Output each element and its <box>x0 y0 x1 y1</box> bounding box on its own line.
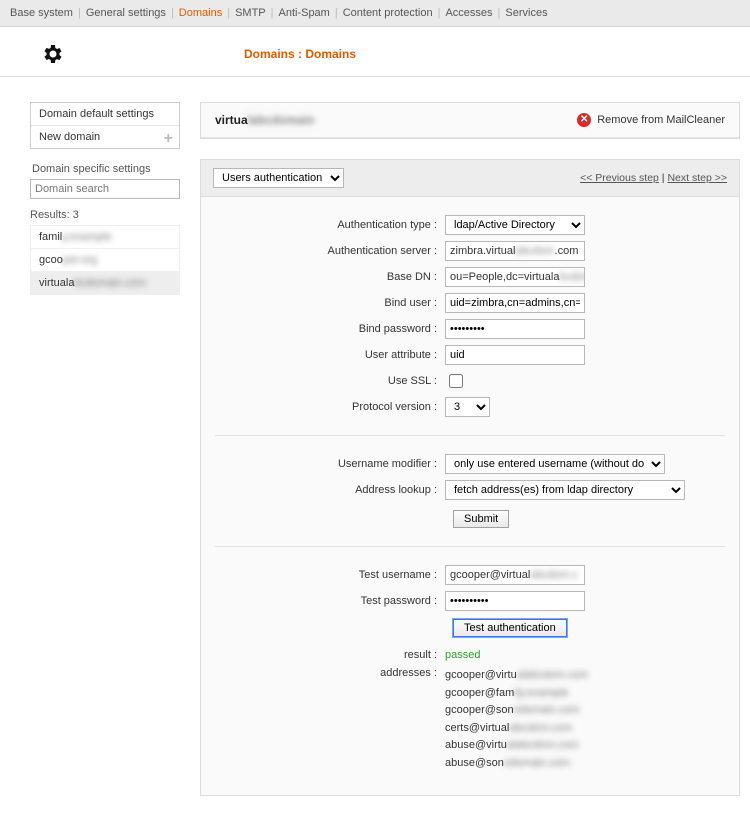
domain-search-input[interactable] <box>30 179 180 199</box>
nav-item[interactable]: Anti-Spam <box>278 7 329 19</box>
gear-icon <box>40 42 64 66</box>
result-row[interactable]: gcooper.org <box>31 249 179 272</box>
result-label: result : <box>215 649 445 661</box>
bind-pw-field[interactable] <box>445 319 585 339</box>
sidebar-item-default-settings[interactable]: Domain default settings <box>31 103 179 126</box>
breadcrumb: Domains : Domains <box>244 47 356 61</box>
auth-type-select[interactable]: ldap/Active Directory <box>445 215 585 235</box>
address-row: certs@virtualabcdom.com <box>445 720 725 738</box>
page-header: Domains : Domains <box>0 27 750 77</box>
sidebar: Domain default settings New domain + Dom… <box>30 102 180 816</box>
proto-label: Protocol version : <box>215 401 445 413</box>
submit-button[interactable]: Submit <box>453 510 509 528</box>
result-value: passed <box>445 649 480 661</box>
nav-item[interactable]: Content protection <box>343 7 433 19</box>
auth-type-label: Authentication type : <box>215 219 445 231</box>
close-icon: ✕ <box>577 113 591 127</box>
use-ssl-checkbox[interactable] <box>449 374 463 388</box>
test-user-field[interactable]: gcooper@virtualabcdom.c <box>445 565 585 585</box>
base-dn-field[interactable]: ou=People,dc=virtualabcdom <box>445 267 585 287</box>
test-pw-label: Test password : <box>215 595 445 607</box>
address-row: abuse@sonodomain.com <box>445 755 725 773</box>
sidebar-item-label: Domain default settings <box>39 108 154 120</box>
address-row: gcooper@virtualabcdom.com <box>445 667 725 685</box>
test-auth-button[interactable]: Test authentication <box>453 619 567 637</box>
domain-title-card: virtualabcdomain ✕ Remove from MailClean… <box>200 102 740 139</box>
bind-user-field[interactable] <box>445 293 585 313</box>
base-dn-label: Base DN : <box>215 271 445 283</box>
nav-item[interactable]: Services <box>505 7 547 19</box>
top-nav: Base system|General settings|Domains|SMT… <box>0 0 750 27</box>
test-pw-field[interactable] <box>445 591 585 611</box>
main-area: virtualabcdomain ✕ Remove from MailClean… <box>200 102 740 816</box>
user-mod-label: Username modifier : <box>215 458 445 470</box>
nav-item[interactable]: Base system <box>10 7 73 19</box>
sidebar-item-new-domain[interactable]: New domain + <box>31 126 179 148</box>
address-row: gcooper@family.example <box>445 685 725 703</box>
remove-from-mailcleaner-button[interactable]: ✕ Remove from MailCleaner <box>577 113 725 127</box>
next-step-link[interactable]: Next step >> <box>667 172 727 184</box>
user-attr-label: User attribute : <box>215 349 445 361</box>
sidebar-item-label: New domain <box>39 131 100 143</box>
addr-lookup-label: Address lookup : <box>215 484 445 496</box>
use-ssl-label: Use SSL : <box>215 375 445 387</box>
user-attr-field[interactable] <box>445 345 585 365</box>
addresses-list: gcooper@virtualabcdom.comgcooper@family.… <box>445 667 725 773</box>
plus-icon: + <box>164 130 173 148</box>
proto-select[interactable]: 3 <box>445 397 490 417</box>
user-mod-select[interactable]: only use entered username (without domai… <box>445 454 665 474</box>
nav-item[interactable]: Accesses <box>445 7 492 19</box>
result-row[interactable]: virtualabcdomain.com <box>31 272 179 294</box>
step-links: << Previous step | Next step >> <box>580 172 727 184</box>
test-user-label: Test username : <box>215 569 445 581</box>
result-row[interactable]: family.example <box>31 226 179 249</box>
auth-server-label: Authentication server : <box>215 245 445 257</box>
addr-lookup-select[interactable]: fetch address(es) from ldap directory <box>445 480 685 500</box>
prev-step-link[interactable]: << Previous step <box>580 172 659 184</box>
domain-title: virtualabcdomain <box>215 113 314 127</box>
step-select[interactable]: Users authentication <box>213 168 344 188</box>
nav-item[interactable]: General settings <box>86 7 166 19</box>
results-list: family.examplegcooper.orgvirtualabcdomai… <box>30 225 180 295</box>
sidebar-panel-domains: Domain default settings New domain + <box>30 102 180 149</box>
results-count: Results: 3 <box>30 209 180 221</box>
remove-label: Remove from MailCleaner <box>597 114 725 126</box>
nav-item[interactable]: Domains <box>179 7 222 19</box>
nav-item[interactable]: SMTP <box>235 7 266 19</box>
sidebar-heading-specific: Domain specific settings <box>32 163 180 175</box>
auth-server-field[interactable]: zimbra.virtualabcdom.com <box>445 241 585 261</box>
auth-settings-card: Users authentication << Previous step | … <box>200 159 740 796</box>
bind-pw-label: Bind password : <box>215 323 445 335</box>
addresses-label: addresses : <box>215 667 445 679</box>
address-row: abuse@virtualabcdom.com <box>445 737 725 755</box>
address-row: gcooper@sonodomain.com <box>445 702 725 720</box>
bind-user-label: Bind user : <box>215 297 445 309</box>
